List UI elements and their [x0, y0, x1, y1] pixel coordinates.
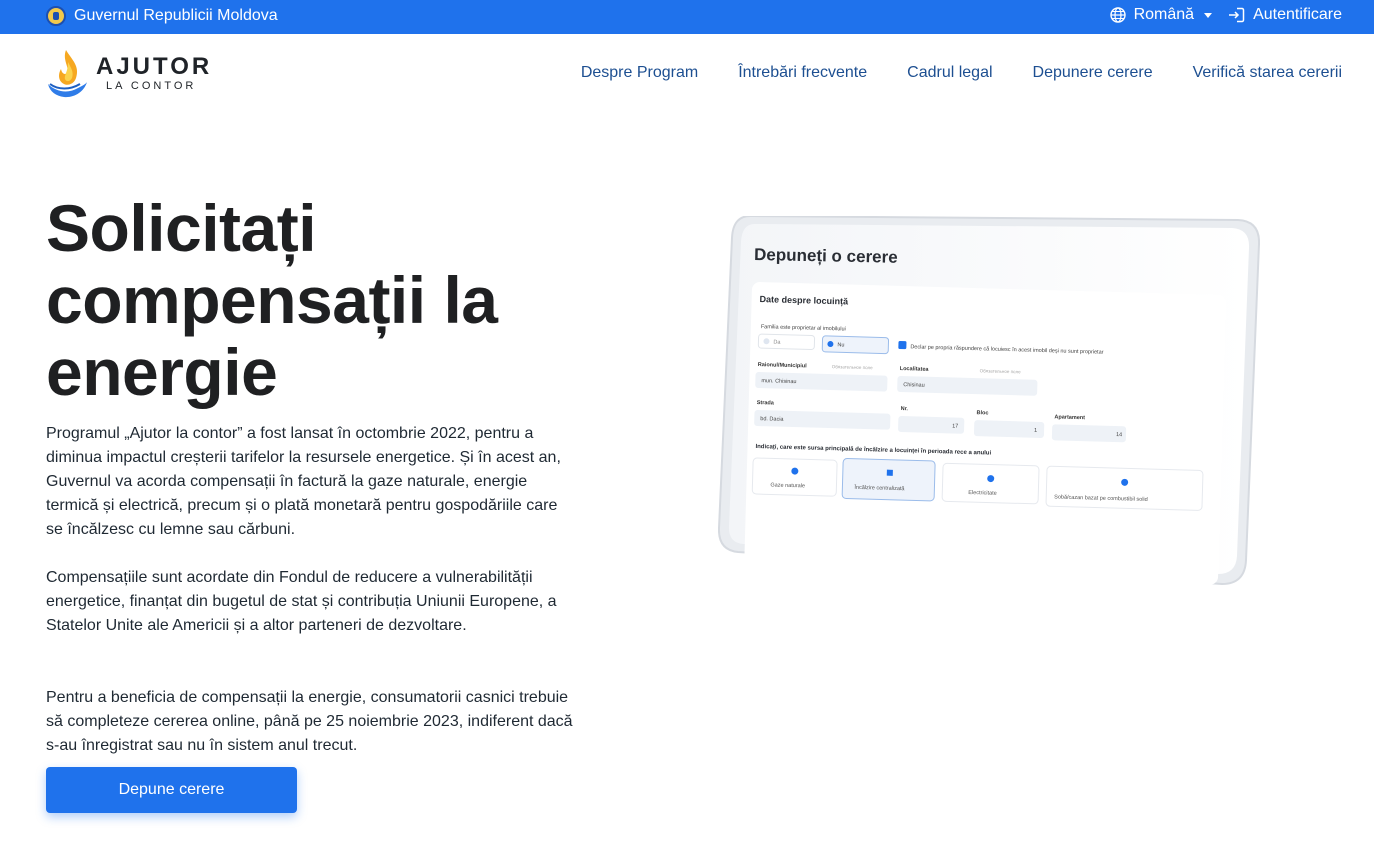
application-form-mockup: Depuneți o cerere Date despre locuință F…	[717, 214, 1261, 586]
hero-title: Solicitați compensații la energie	[46, 192, 606, 408]
language-label: Română	[1133, 6, 1195, 23]
nav-despre-program[interactable]: Despre Program	[581, 64, 698, 82]
main-nav: Despre Program Întrebări frecvente Cadru…	[581, 64, 1342, 82]
mockup-opt-yes: Da	[773, 339, 781, 345]
flame-drop-logo-icon	[48, 50, 87, 98]
mockup-block-value: 1	[1034, 428, 1037, 434]
gov-top-bar: Guvernul Republicii Moldova Română Auten…	[0, 0, 1374, 34]
nav-intrebari-frecvente[interactable]: Întrebări frecvente	[738, 64, 867, 82]
login-link[interactable]: Autentificare	[1228, 6, 1342, 24]
mockup-apt-value: 14	[1116, 432, 1122, 438]
top-right-controls: Română Autentificare	[1109, 6, 1342, 24]
mockup-title: Depuneți o cerere	[754, 245, 898, 267]
sign-in-icon	[1229, 7, 1245, 23]
nav-depunere-cerere[interactable]: Depunere cerere	[1033, 64, 1153, 82]
login-label: Autentificare	[1253, 6, 1342, 23]
hero-paragraph-2: Compensațiile sunt acordate din Fondul d…	[46, 569, 557, 634]
gov-link[interactable]: Guvernul Republicii Moldova	[46, 6, 278, 26]
mockup-locality-value: Chisinau	[903, 382, 925, 389]
logo-main: AJUTOR	[96, 52, 213, 80]
hero-paragraph-3: Pentru a beneficia de compensații la ene…	[46, 689, 573, 754]
hero-title-line-1: Solicitați	[46, 191, 317, 265]
logo-text: AJUTOR LA CONTOR	[96, 52, 213, 92]
globe-icon	[1109, 7, 1126, 23]
mockup-district-value: mun. Chisinau	[761, 378, 796, 385]
mockup-heating-opt-gas: Gaze naturale	[770, 482, 805, 489]
hero-title-line-3: energie	[46, 335, 278, 409]
mockup-locality-label: Localitatea	[900, 366, 930, 373]
mockup-nr-value: 17	[952, 423, 958, 429]
mockup-heating-opt-electric: Electricitate	[968, 490, 997, 497]
site-header: AJUTOR LA CONTOR Despre Program Întrebăr…	[0, 34, 1374, 114]
site-logo[interactable]: AJUTOR LA CONTOR	[46, 48, 212, 98]
language-selector[interactable]: Română	[1109, 6, 1213, 24]
mockup-apt-label: Apartament	[1054, 414, 1085, 421]
moldova-crest-icon	[46, 6, 66, 26]
tablet-illustration: Depuneți o cerere Date despre locuință F…	[717, 214, 1261, 586]
hero-paragraph-1: Programul „Ajutor la contor” a fost lans…	[46, 425, 561, 538]
mockup-street-label: Strada	[757, 400, 775, 407]
nav-cadrul-legal[interactable]: Cadrul legal	[907, 64, 992, 82]
gov-name: Guvernul Republicii Moldova	[74, 7, 278, 24]
hero-title-line-2: compensații la	[46, 263, 498, 337]
mockup-street-value: bd. Dacia	[760, 416, 784, 423]
chevron-down-icon	[1204, 12, 1213, 18]
logo-sub: LA CONTOR	[106, 79, 197, 92]
nav-verifica-starea[interactable]: Verifică starea cererii	[1193, 64, 1342, 82]
mockup-heating-opt-central: Încălzire centralizată	[853, 484, 905, 492]
mockup-nr-label: Nr.	[901, 406, 909, 412]
submit-application-button[interactable]: Depune cerere	[46, 767, 297, 813]
mockup-block-label: Bloc	[976, 410, 988, 416]
mockup-opt-no: Nu	[837, 342, 844, 348]
